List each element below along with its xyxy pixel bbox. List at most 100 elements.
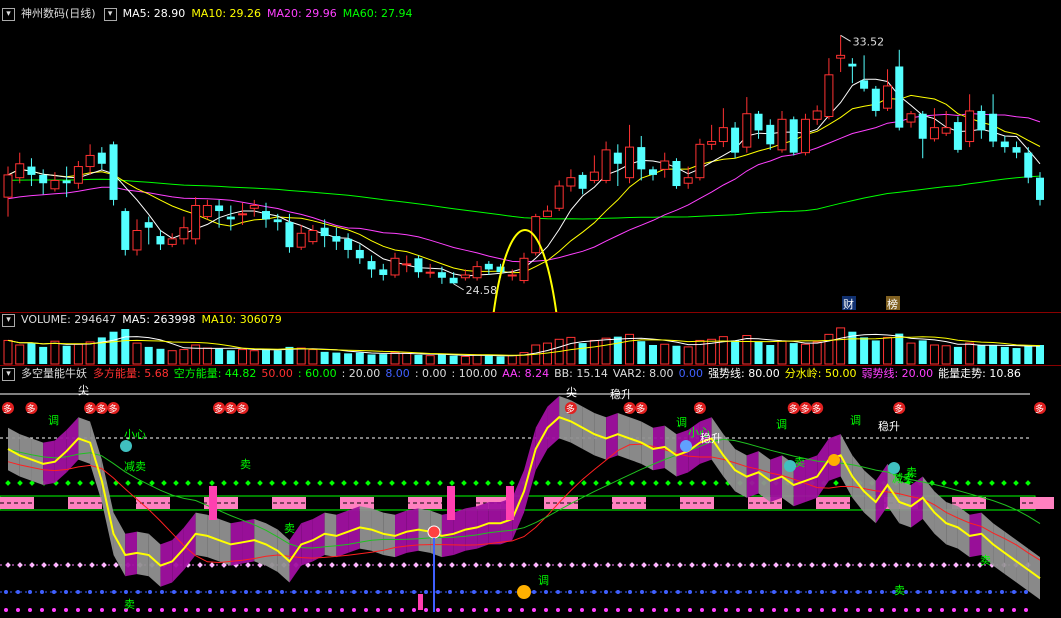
volume-bar-down: [273, 350, 282, 364]
tiao-label-3: 调: [776, 418, 787, 431]
candle-body-down: [895, 66, 904, 128]
green-diamond: [113, 480, 119, 486]
volume-bar-up: [906, 342, 916, 365]
volume-bar-down: [355, 352, 364, 364]
magenta-dot: [436, 608, 440, 612]
magenta-dot: [484, 608, 488, 612]
magenta-dot: [220, 608, 224, 612]
magenta-dot: [292, 608, 296, 612]
high-pointer: [840, 34, 851, 42]
candle-body-down: [121, 211, 130, 250]
candle-body-up: [929, 127, 939, 140]
volume-ma5-label: MA5: 263998: [122, 313, 196, 326]
candle-body-up: [683, 177, 693, 184]
volume-bar-down: [1012, 348, 1021, 364]
magenta-dot: [16, 608, 20, 612]
magenta-dot: [28, 608, 32, 612]
green-diamond: [989, 480, 995, 486]
candle-body-down: [1024, 152, 1033, 178]
candle-body-down: [1012, 147, 1021, 153]
stock-title: 神州数码(日线): [21, 7, 96, 20]
volume-bar-up: [777, 340, 787, 365]
indicator-value-4: : 20.00: [341, 367, 381, 380]
volume-bar-up: [965, 342, 975, 365]
duo-signal-text: 多: [109, 403, 118, 415]
green-diamond: [413, 480, 419, 486]
volume-bar-down: [449, 355, 458, 364]
volume-bar-up: [941, 345, 951, 365]
magenta-dot: [196, 608, 200, 612]
indicator-value-0: 多方能量: 5.68: [93, 367, 169, 380]
candle-body-up: [507, 274, 517, 277]
magenta-dot: [652, 608, 656, 612]
magenta-dot: [88, 608, 92, 612]
magenta-dot: [892, 608, 896, 612]
duo-signal-text: 多: [238, 403, 247, 415]
volume-bar-down: [215, 348, 224, 364]
candle-body-up: [249, 204, 259, 209]
candle-body-up: [238, 213, 248, 216]
volume-bar-up: [824, 333, 834, 365]
magenta-dot: [664, 608, 668, 612]
green-diamond: [701, 480, 707, 486]
green-diamond: [557, 480, 563, 486]
volume-bar-up: [179, 349, 189, 365]
candle-body-up: [695, 143, 705, 179]
candle-body-down: [367, 261, 376, 270]
xiaoxin-label-1: 小心: [124, 428, 146, 441]
candle-body-down: [226, 216, 235, 220]
magenta-dot: [772, 608, 776, 612]
volume-menu-icon[interactable]: ▾: [2, 313, 15, 327]
candle-body-up: [202, 204, 212, 218]
magenta-dot: [376, 608, 380, 612]
panel-menu-icon-2[interactable]: ▾: [103, 7, 117, 21]
magenta-dot: [736, 608, 740, 612]
volume-bar-up: [73, 343, 83, 365]
volume-bar-up: [3, 339, 13, 365]
volume-bar-down: [367, 354, 376, 364]
volume-bar-up: [601, 337, 611, 365]
green-diamond: [377, 480, 383, 486]
candle-body-down: [578, 174, 587, 189]
low-pointer: [453, 283, 464, 291]
volume-bar-down: [109, 331, 118, 364]
magenta-dot: [400, 608, 404, 612]
green-diamond: [389, 480, 395, 486]
jian-label-1: 尖: [78, 384, 89, 397]
magenta-dot: [796, 608, 800, 612]
volume-bar-up: [402, 352, 412, 365]
volume-bar-down: [156, 348, 165, 364]
green-diamond: [353, 480, 359, 486]
magenta-dot: [508, 608, 512, 612]
magenta-dot: [160, 608, 164, 612]
candle-body-up: [554, 185, 564, 209]
volume-bar-down: [989, 345, 998, 364]
volume-bar-down: [613, 336, 622, 364]
green-diamond: [245, 480, 251, 486]
green-diamond: [929, 480, 935, 486]
volume-bar-up: [50, 340, 60, 365]
panel-menu-icon[interactable]: ▾: [2, 7, 15, 21]
volume-bar-up: [589, 339, 599, 365]
tiao-label-1: 调: [48, 414, 59, 427]
magenta-dot: [640, 608, 644, 612]
candlestick-chart[interactable]: 33.52 24.58 财 榜: [0, 0, 1061, 312]
volume-bar-up: [566, 336, 576, 365]
volume-bar-down: [39, 346, 48, 364]
indicator-chart[interactable]: 多多多多多多多多多多多多多多多多多调调调调调小心 小心稳升稳升稳升尖 尖卖卖卖卖卖减…: [0, 366, 1061, 618]
volume-bar-up: [742, 335, 752, 365]
magenta-dot: [688, 608, 692, 612]
candle-body-down: [953, 122, 962, 150]
magenta-dot: [172, 608, 176, 612]
duo-signal-text: 多: [3, 403, 12, 415]
candle-body-down: [1036, 177, 1044, 200]
volume-bar-up: [85, 341, 95, 365]
ma60-label: MA60: 27.94: [342, 7, 413, 20]
candle-body-up: [707, 141, 717, 145]
volume-bar-down: [871, 340, 880, 364]
candle-body-up: [85, 154, 95, 168]
volume-bar-up: [929, 344, 939, 365]
green-diamond: [1013, 480, 1019, 486]
candle-body-down: [320, 227, 329, 237]
indicator-menu-icon[interactable]: ▾: [2, 367, 15, 381]
